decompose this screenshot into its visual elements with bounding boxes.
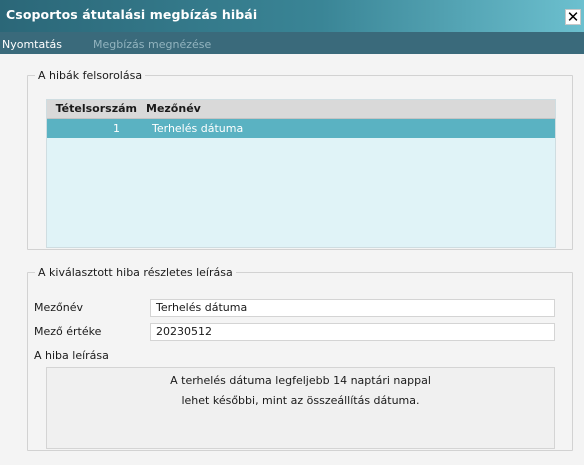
title-bar[interactable]: Csoportos átutalási megbízás hibái ✕: [0, 0, 584, 32]
description-label: A hiba leírása: [34, 349, 109, 362]
table-header: Tételsorszám Mezőnév: [47, 100, 555, 119]
table-row[interactable]: 1 Terhelés dátuma: [47, 119, 555, 138]
menu-item-print[interactable]: Nyomtatás: [2, 38, 62, 51]
detail-group-legend: A kiválasztott hiba részletes leírása: [38, 266, 233, 279]
errors-table[interactable]: Tételsorszám Mezőnév 1 Terhelés dátuma: [46, 99, 556, 248]
errors-group-legend: A hibák felsorolása: [38, 69, 143, 82]
menu-bar: Nyomtatás Megbízás megnézése: [0, 32, 584, 54]
row-item-number: 1: [113, 122, 120, 135]
error-detail-group: A kiválasztott hiba részletes leírása Me…: [27, 266, 573, 451]
column-header-field-name[interactable]: Mezőnév: [142, 100, 201, 118]
description-line: lehet későbbi, mint az összeállítás dátu…: [181, 394, 420, 407]
errors-list-group: A hibák felsorolása Tételsorszám Mezőnév…: [27, 69, 573, 250]
window-title: Csoportos átutalási megbízás hibái: [6, 7, 258, 22]
field-name-field[interactable]: Terhelés dátuma: [150, 299, 555, 317]
error-dialog-window: Csoportos átutalási megbízás hibái ✕ Nyo…: [0, 0, 584, 465]
column-header-item-number[interactable]: Tételsorszám: [47, 100, 142, 118]
description-line: A terhelés dátuma legfeljebb 14 naptári …: [170, 374, 431, 387]
error-description-box[interactable]: A terhelés dátuma legfeljebb 14 naptári …: [46, 367, 555, 449]
menu-item-view-order: Megbízás megnézése: [93, 38, 212, 51]
row-field-name: Terhelés dátuma: [152, 122, 244, 135]
field-name-label: Mezőnév: [34, 301, 84, 314]
field-value-label: Mező értéke: [34, 325, 102, 338]
field-value-field[interactable]: 20230512: [150, 323, 555, 341]
close-button[interactable]: ✕: [565, 9, 581, 25]
close-icon: ✕: [566, 8, 580, 26]
